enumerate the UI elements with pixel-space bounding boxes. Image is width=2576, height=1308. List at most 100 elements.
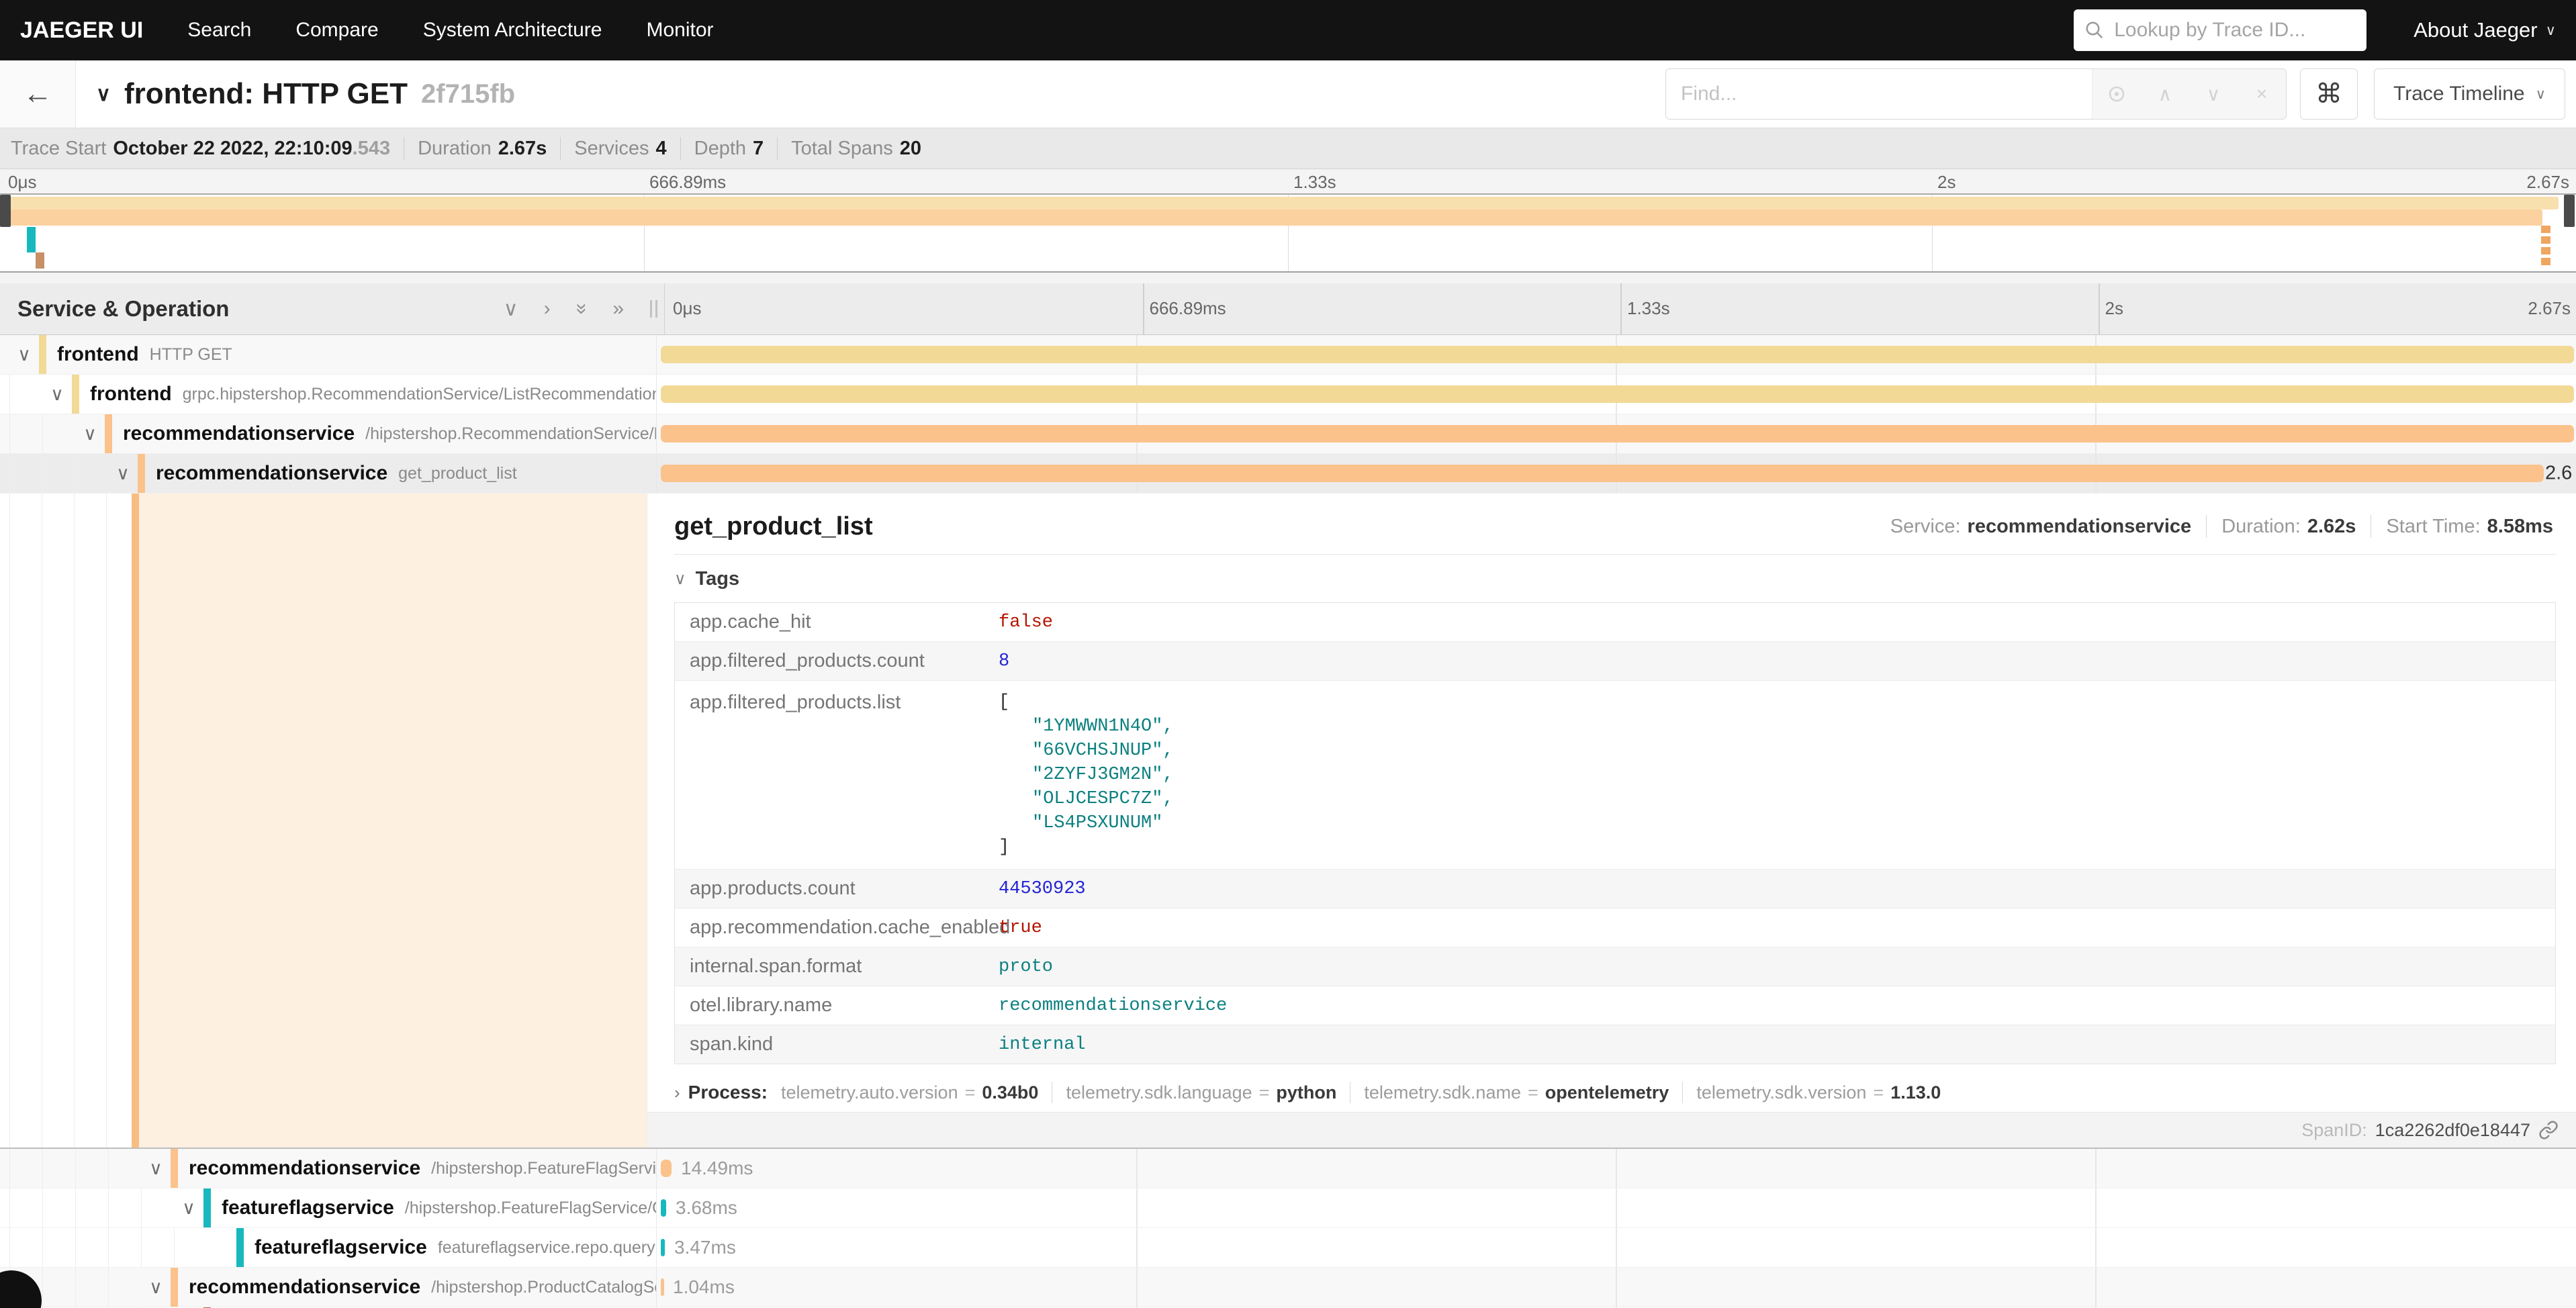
back-button[interactable]: ← [0,60,76,128]
span-color-accent [105,414,112,453]
find-input[interactable] [1666,69,2092,119]
chevron-down-icon[interactable]: ∨ [141,1158,171,1179]
minimap-span-featureflagservice [27,227,36,252]
trace-id-lookup-input[interactable] [2113,18,2356,42]
chevron-down-icon[interactable]: ∨ [108,463,138,484]
trace-title-wrap[interactable]: ∨ frontend: HTTP GET 2f715fb [96,77,515,111]
clear-find-icon[interactable]: × [2238,69,2286,119]
tag-row: app.cache_hit false [675,603,2555,641]
tag-row: app.filtered_products.count 8 [675,641,2555,680]
span-detail-row: get_product_list Service:recommendations… [0,494,2576,1149]
keyboard-shortcuts-button[interactable]: ⌘ [2300,68,2358,120]
trace-id-lookup[interactable] [2074,9,2366,51]
prev-match-icon[interactable]: ∧ [2141,69,2189,119]
trace-id-short: 2f715fb [421,79,515,109]
span-color-accent [236,1228,244,1267]
trace-header-bar: ← ∨ frontend: HTTP GET 2f715fb ∧ ∨ × ⌘ T… [0,60,2576,128]
minimap-span-frontend [7,197,2559,209]
span-bar[interactable] [661,385,2574,403]
top-nav: JAEGER UI Search Compare System Architec… [0,0,2576,60]
expand-all-icon[interactable]: » [612,297,624,320]
nav-item-monitor[interactable]: Monitor [646,19,713,42]
span-name-cell[interactable]: ∨ recommendationservice get_product_list [0,454,657,493]
span-name-cell[interactable]: ∨ recommendationservice /hipstershop.Rec… [0,414,657,453]
chevron-down-icon[interactable]: ∨ [174,1198,203,1219]
chevron-right-icon: › [674,1082,680,1103]
about-jaeger-menu[interactable]: About Jaeger ∨ [2413,18,2556,42]
span-detail-header[interactable]: get_product_list Service:recommendations… [674,507,2556,546]
command-icon: ⌘ [2315,79,2342,109]
span-bar-cell: 3.47ms [657,1228,2576,1267]
span-duration-label: 3.47ms [674,1237,736,1258]
process-section-toggle[interactable]: › Process: [674,1082,768,1103]
chevron-down-icon: ∨ [2536,86,2546,103]
trace-view-selector[interactable]: Trace Timeline ∨ [2374,68,2565,120]
trace-minimap: 0μs 666.89ms 1.33s 2s 2.67s [0,169,2576,283]
chevron-down-icon[interactable]: ∨ [42,384,72,405]
trace-duration: Duration 2.67s [404,137,560,160]
span-bar-cell [657,335,2576,374]
trace-total-spans: Total Spans 20 [777,137,935,160]
search-icon [2084,20,2105,40]
chevron-down-icon: ∨ [2546,22,2556,39]
tag-row: span.kind internal [675,1025,2555,1064]
span-rows: ∨ frontend HTTP GET ∨ frontend grpc.hips… [0,335,2576,1308]
trace-depth: Depth 7 [680,137,778,160]
span-duration-label: 3.68ms [676,1197,737,1219]
span-bar[interactable] [661,1239,665,1256]
jaeger-trace-page: JAEGER UI Search Compare System Architec… [0,0,2576,1308]
chevron-down-icon: ∨ [674,569,686,589]
collapse-trace-chevron-icon[interactable]: ∨ [96,83,111,106]
nav-item-system-architecture[interactable]: System Architecture [423,19,602,42]
span-bar[interactable] [661,346,2574,363]
span-bar-cell [657,414,2576,453]
expand-one-icon[interactable]: › [544,297,551,320]
span-color-accent [72,375,79,414]
chevron-down-icon[interactable]: ∨ [9,344,39,365]
tag-row: app.filtered_products.list [ "1YMWWN1N4O… [675,680,2555,869]
focus-match-icon[interactable] [2092,69,2141,119]
minimap-right-scrubber[interactable] [2564,195,2575,227]
minimap-canvas[interactable] [0,193,2576,273]
span-row-productcatalog: ∨ recommendationservice /hipstershop.Pro… [0,1268,2576,1307]
span-duration-label: 1.04ms [673,1276,735,1298]
collapse-all-icon[interactable]: » [570,303,593,315]
tag-list-value: [ "1YMWWN1N4O", "66VCHSJNUP", "2ZYFJ3GM2… [999,690,1174,859]
span-detail-panel: get_product_list Service:recommendations… [647,494,2576,1148]
span-row-featureflagservice-repo-query: featureflagservice featureflagservice.re… [0,1228,2576,1268]
trace-title: frontend: HTTP GET [124,77,408,111]
minimap-ticks: 0μs 666.89ms 1.33s 2s 2.67s [0,169,2576,193]
chevron-down-icon[interactable]: ∨ [75,424,105,445]
tags-section-toggle[interactable]: ∨ Tags [674,568,2556,590]
span-bar[interactable] [661,1278,664,1296]
chevron-down-icon[interactable]: ∨ [141,1277,171,1298]
span-id-strip: SpanID: 1ca2262df0e18447 [647,1112,2576,1148]
nav-item-compare[interactable]: Compare [295,19,378,42]
span-name-cell[interactable]: featureflagservice featureflagservice.re… [0,1228,657,1267]
span-name-cell[interactable]: ∨ featureflagservice /hipstershop.Featur… [0,1188,657,1227]
nav-item-search[interactable]: Search [187,19,251,42]
app-logo[interactable]: JAEGER UI [20,17,143,44]
span-detail-meta: Service:recommendationservice Duration:2… [1876,515,2556,538]
span-color-accent [203,1188,211,1227]
minimap-span-productcatalog [36,252,44,269]
minimap-left-scrubber[interactable] [0,195,11,227]
span-color-accent [171,1268,178,1307]
span-bar[interactable] [661,1160,672,1177]
copy-link-icon[interactable] [2538,1120,2559,1140]
span-name-cell[interactable]: ∨ frontend grpc.hipstershop.Recommendati… [0,375,657,414]
column-resizer-handle[interactable] [650,300,657,318]
span-bar[interactable] [661,1199,666,1217]
span-row-featureflagservice-get: ∨ featureflagservice /hipstershop.Featur… [0,1188,2576,1228]
span-name-cell[interactable]: ∨ recommendationservice /hipstershop.Fea… [0,1149,657,1188]
span-operation-title: get_product_list [674,512,873,541]
span-bar[interactable] [661,425,2574,442]
span-name-cell[interactable]: ∨ recommendationservice /hipstershop.Pro… [0,1268,657,1307]
span-bar[interactable] [661,465,2544,482]
span-bar-cell: 14.49ms [657,1149,2576,1188]
span-name-cell[interactable]: ∨ frontend HTTP GET [0,335,657,374]
collapse-one-icon[interactable]: ∨ [504,297,518,321]
tag-row: internal.span.format proto [675,947,2555,986]
next-match-icon[interactable]: ∨ [2189,69,2238,119]
span-detail-gutter-fill [139,494,647,1148]
